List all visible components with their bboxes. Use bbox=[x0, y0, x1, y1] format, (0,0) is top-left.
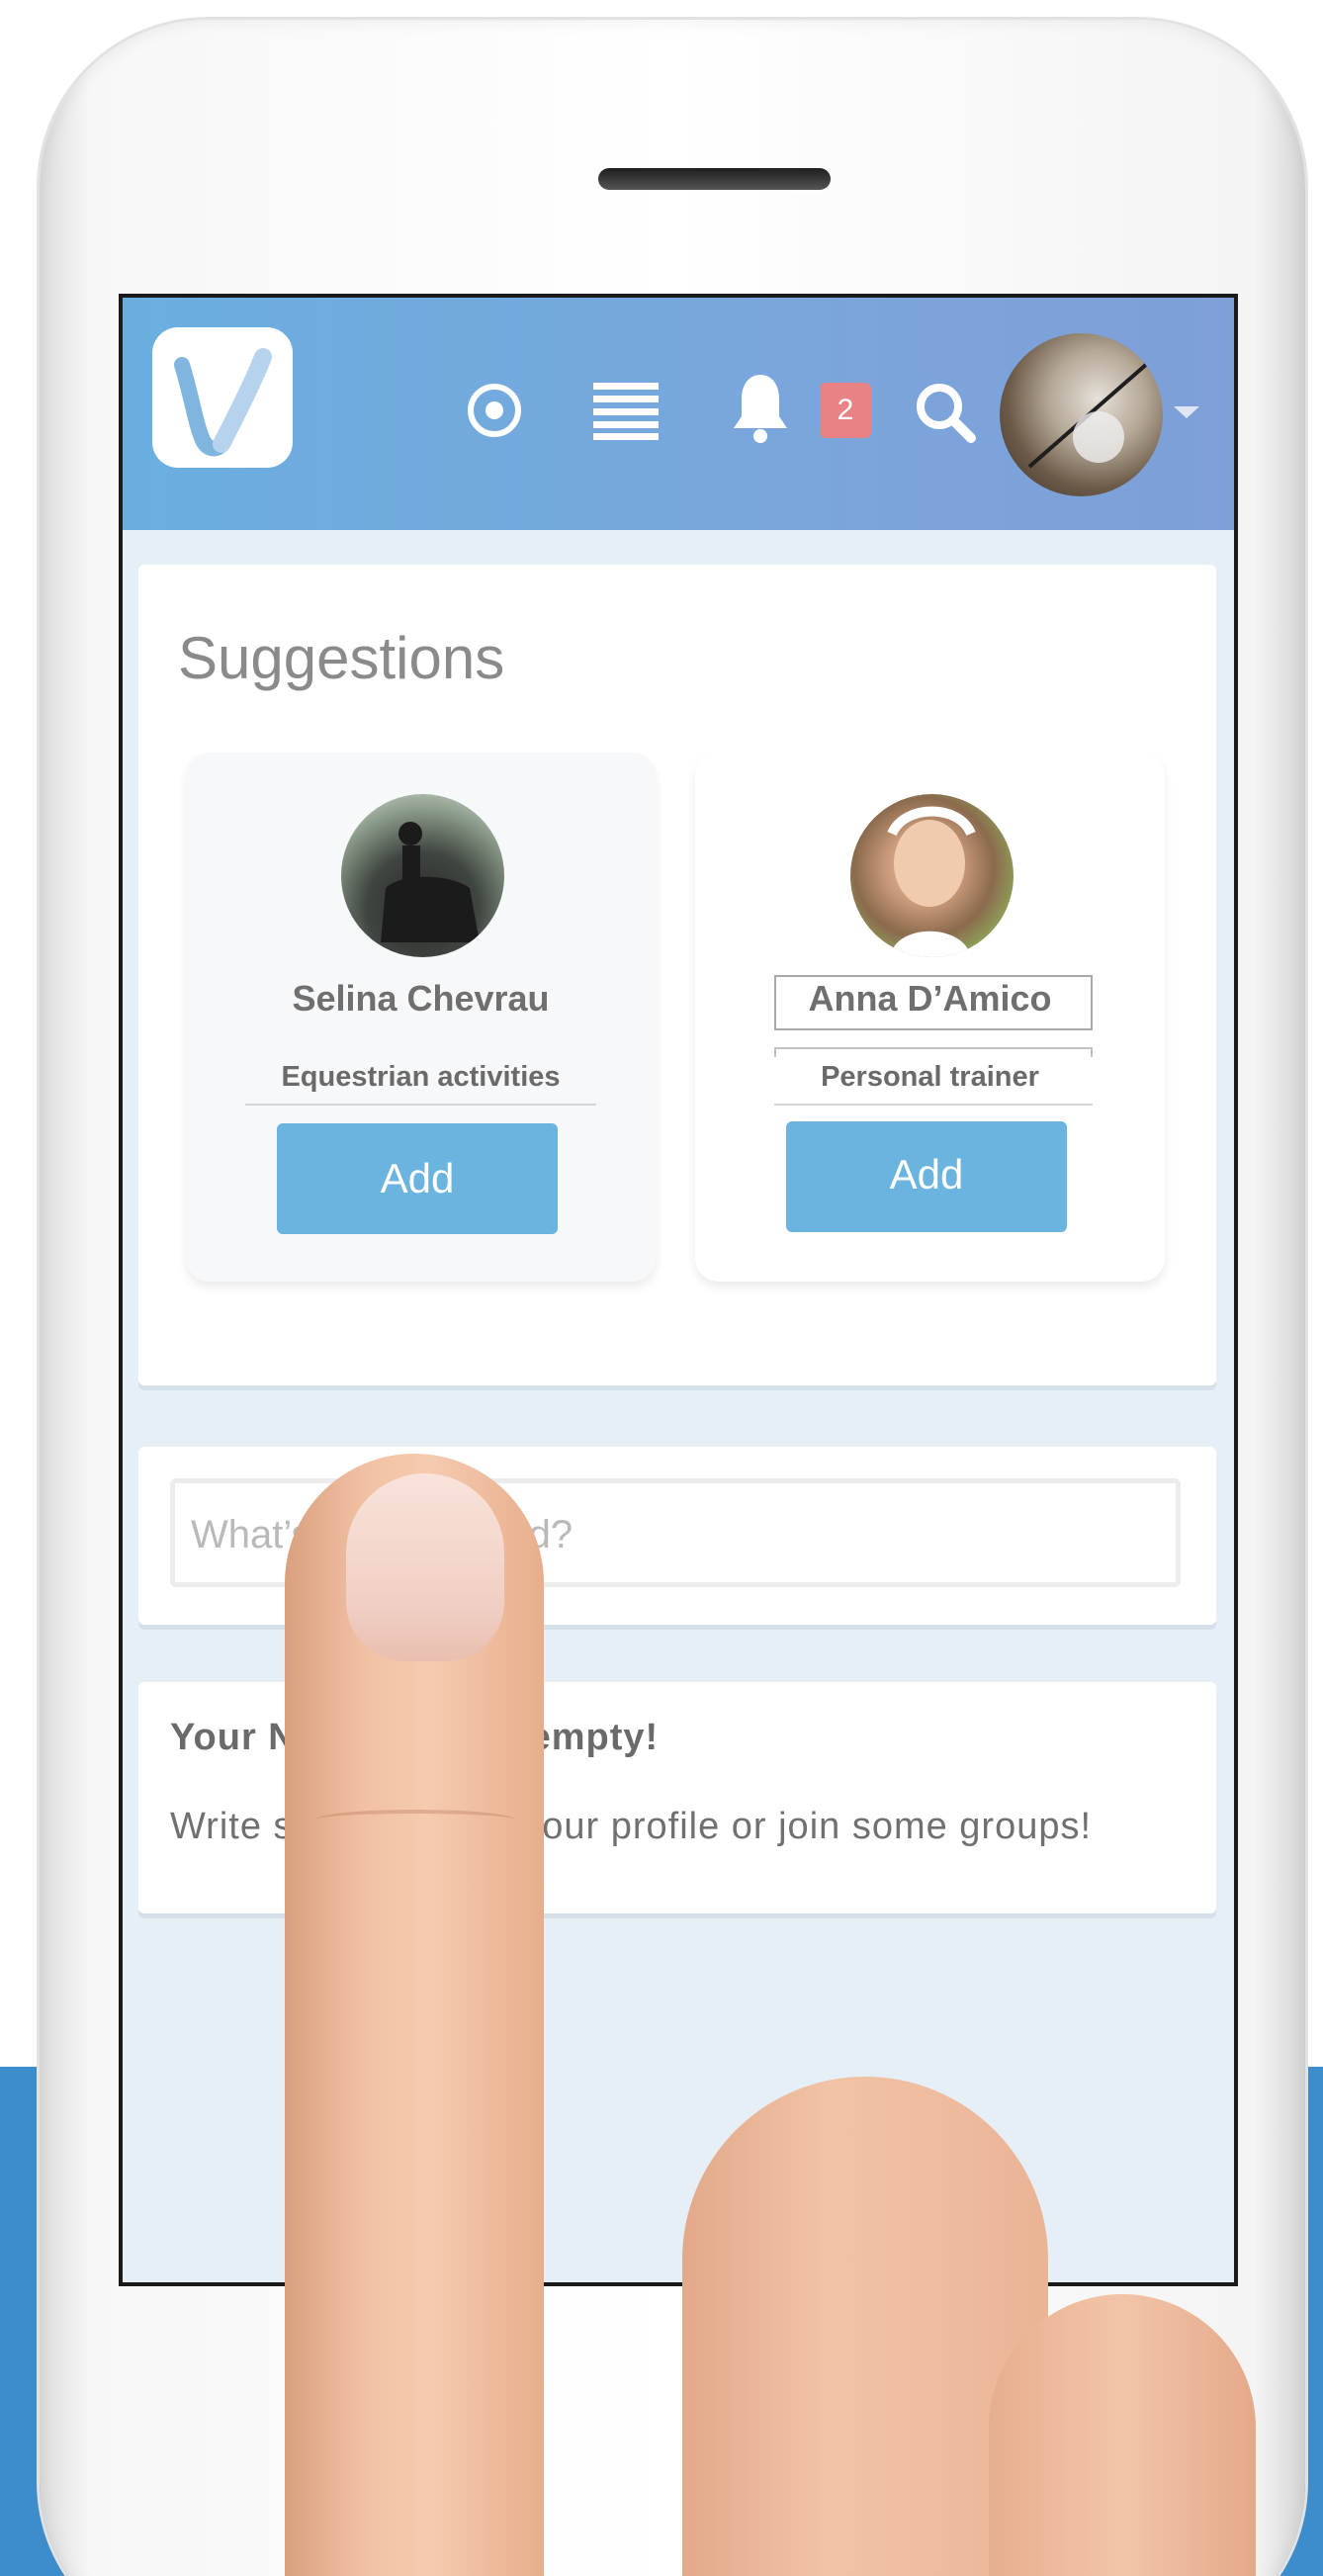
suggestion-card: Anna D’Amico Personal trainer Add bbox=[695, 753, 1165, 1282]
add-friend-button[interactable]: Add bbox=[277, 1123, 558, 1234]
suggestions-card: Suggestions Selina Chevrau Equestrian ac… bbox=[138, 565, 1216, 1385]
suggestion-name[interactable]: Anna D’Amico bbox=[695, 978, 1165, 1020]
app-logo-icon[interactable] bbox=[152, 327, 293, 468]
photo-stage: 2 Suggestions Selina Chevrau Equestrian … bbox=[0, 0, 1323, 2576]
divider bbox=[774, 1104, 1093, 1106]
suggestion-role: Equestrian activities bbox=[281, 1061, 561, 1093]
top-navigation-bar: 2 bbox=[123, 298, 1234, 530]
notification-badge[interactable]: 2 bbox=[820, 383, 871, 438]
suggestions-title: Suggestions bbox=[178, 625, 505, 691]
caret-down-icon[interactable] bbox=[1174, 406, 1199, 418]
role-highlight-box bbox=[774, 1047, 1093, 1057]
ring-finger bbox=[989, 2294, 1256, 2576]
user-avatar[interactable] bbox=[1000, 333, 1163, 496]
phone-speaker bbox=[598, 168, 831, 190]
suggestion-avatar[interactable] bbox=[850, 794, 1014, 957]
suggestion-name[interactable]: Selina Chevrau bbox=[186, 978, 656, 1020]
suggestion-card: Selina Chevrau Equestrian activities Add bbox=[186, 753, 656, 1282]
add-friend-button[interactable]: Add bbox=[786, 1121, 1067, 1232]
suggestion-avatar[interactable] bbox=[341, 794, 504, 957]
divider bbox=[245, 1104, 596, 1106]
menu-icon[interactable] bbox=[593, 381, 659, 440]
search-icon[interactable] bbox=[914, 381, 977, 444]
target-icon[interactable] bbox=[467, 383, 522, 438]
bell-icon[interactable] bbox=[730, 371, 791, 444]
suggestion-role: Personal trainer bbox=[821, 1061, 1039, 1093]
fingernail bbox=[346, 1473, 504, 1661]
knuckle-crease bbox=[316, 1810, 514, 1829]
